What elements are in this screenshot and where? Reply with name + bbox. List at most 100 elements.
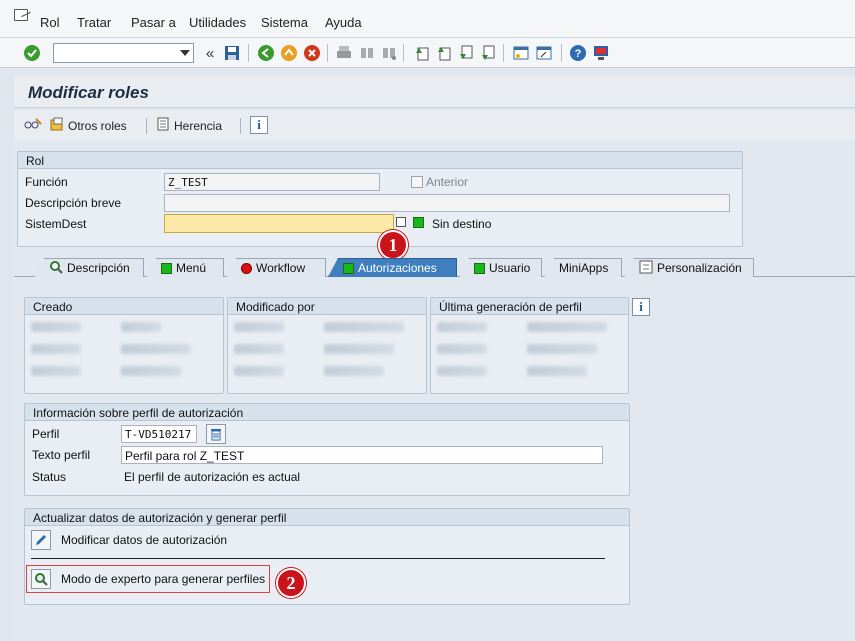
- modificado-title: Modificado por: [228, 298, 426, 315]
- actualizar-group-title: Actualizar datos de autorización y gener…: [25, 509, 629, 526]
- other-roles-icon: [50, 117, 64, 134]
- tab-miniapps-label: MiniApps: [559, 261, 609, 275]
- previous-page-icon[interactable]: [433, 43, 453, 63]
- descripcion-field[interactable]: [164, 194, 730, 212]
- title-bar: Modificar roles: [14, 76, 855, 108]
- tab-descripcion-label: Descripción: [67, 261, 130, 275]
- status-red-icon: [241, 262, 252, 274]
- find-icon[interactable]: [357, 43, 377, 63]
- tab-autorizaciones[interactable]: Autorizaciones: [328, 258, 457, 277]
- enter-check-icon[interactable]: [22, 43, 42, 63]
- funcion-label: Función: [25, 175, 68, 189]
- modo-experto-label: Modo de experto para generar perfiles: [61, 572, 266, 586]
- shortcut-icon[interactable]: [534, 43, 554, 63]
- sin-destino-status-icon: [413, 217, 424, 228]
- tab-personalizacion-label: Personalización: [657, 261, 742, 275]
- menu-bar: Rol Tratar Pasar a Utilidades Sistema Ay…: [0, 0, 855, 38]
- sistemdest-field[interactable]: [164, 214, 394, 233]
- ultima-generacion-group: Última generación de perfil: [430, 297, 629, 394]
- modificar-datos-label: Modificar datos de autorización: [61, 533, 228, 547]
- inheritance-button[interactable]: Herencia: [156, 117, 222, 134]
- expert-magnifier-icon: [31, 569, 51, 589]
- page-title: Modificar roles: [28, 83, 149, 102]
- creado-title: Creado: [25, 298, 223, 315]
- sin-destino-label: Sin destino: [432, 217, 492, 231]
- info-icon[interactable]: i: [250, 116, 268, 134]
- creado-group: Creado: [24, 297, 224, 394]
- next-page-icon[interactable]: [455, 43, 475, 63]
- magnifier-icon: [49, 260, 63, 277]
- help-icon[interactable]: ?: [568, 43, 588, 63]
- chevron-down-icon[interactable]: [180, 50, 190, 56]
- collapse-double-chevron-icon[interactable]: «: [200, 43, 220, 63]
- customize-layout-icon[interactable]: [591, 43, 611, 63]
- application-toolbar: Otros roles Herencia i: [14, 110, 855, 140]
- status-green-icon: [343, 262, 354, 274]
- tab-workflow-label: Workflow: [256, 261, 306, 275]
- svg-text:?: ?: [575, 48, 582, 60]
- display-change-button[interactable]: [24, 117, 42, 134]
- step-badge-1: 1: [378, 230, 408, 260]
- menu-pasar-a[interactable]: Pasar a: [131, 15, 176, 30]
- tab-usuario-label: Usuario: [489, 261, 531, 275]
- pencil-icon: [31, 530, 51, 550]
- anterior-checkbox[interactable]: [411, 176, 423, 188]
- perfil-group: Información sobre perfil de autorización…: [24, 403, 630, 496]
- tab-workflow[interactable]: Workflow: [226, 258, 326, 277]
- sistemdest-label: SistemDest: [25, 217, 87, 231]
- status-value: El perfil de autorización es actual: [124, 470, 301, 484]
- tab-descripcion[interactable]: Descripción: [34, 258, 144, 277]
- menu-tratar[interactable]: Tratar: [77, 15, 111, 30]
- first-page-icon[interactable]: [411, 43, 431, 63]
- divider: [31, 558, 605, 559]
- personalization-icon: [639, 260, 653, 277]
- standard-toolbar: « ?: [0, 38, 855, 68]
- perfil-group-title: Información sobre perfil de autorización: [25, 404, 629, 421]
- menu-window-icon[interactable]: [14, 9, 28, 21]
- status-green-icon: [161, 262, 172, 274]
- menu-utilidades[interactable]: Utilidades: [189, 15, 246, 30]
- step-badge-2: 2: [276, 568, 306, 598]
- tab-usuario[interactable]: Usuario: [459, 258, 542, 277]
- menu-sistema[interactable]: Sistema: [261, 15, 308, 30]
- menu-rol[interactable]: Rol: [40, 15, 60, 30]
- perfil-field[interactable]: T-VD510217: [121, 425, 197, 443]
- other-roles-button[interactable]: Otros roles: [50, 117, 127, 134]
- delete-trash-icon[interactable]: [206, 424, 226, 444]
- modo-experto-button[interactable]: Modo de experto para generar perfiles: [26, 565, 271, 593]
- rol-group-title: Rol: [18, 152, 742, 169]
- anterior-label: Anterior: [426, 175, 469, 189]
- find-next-icon[interactable]: [379, 43, 399, 63]
- rol-group: Rol Función Z_TEST Anterior Descripción …: [17, 151, 743, 247]
- tab-miniapps[interactable]: MiniApps: [544, 258, 622, 277]
- status-green-icon: [474, 262, 485, 274]
- last-page-icon[interactable]: [477, 43, 497, 63]
- tab-menu-label: Menú: [176, 261, 207, 275]
- exit-icon[interactable]: [279, 43, 299, 63]
- texto-perfil-field[interactable]: Perfil para rol Z_TEST: [121, 446, 603, 464]
- inheritance-label: Herencia: [174, 118, 223, 133]
- tab-autorizaciones-label: Autorizaciones: [358, 261, 437, 275]
- tab-personalizacion[interactable]: Personalización: [624, 258, 754, 277]
- back-icon[interactable]: [256, 43, 276, 63]
- value-help-icon[interactable]: [396, 217, 406, 227]
- save-icon[interactable]: [222, 43, 242, 63]
- modificar-datos-button[interactable]: Modificar datos de autorización: [31, 530, 227, 550]
- funcion-field[interactable]: Z_TEST: [164, 173, 380, 191]
- perfil-label: Perfil: [32, 427, 60, 441]
- tab-menu[interactable]: Menú: [146, 258, 224, 277]
- command-field[interactable]: [53, 43, 194, 63]
- actualizar-group: Actualizar datos de autorización y gener…: [24, 508, 630, 605]
- descripcion-label: Descripción breve: [25, 196, 122, 210]
- cancel-icon[interactable]: [302, 43, 322, 63]
- status-label: Status: [32, 470, 67, 484]
- glasses-pencil-icon: [24, 117, 42, 134]
- meta-info-icon[interactable]: i: [632, 298, 650, 316]
- inheritance-icon: [156, 117, 170, 134]
- other-roles-label: Otros roles: [68, 118, 127, 133]
- new-session-icon[interactable]: [511, 43, 531, 63]
- menu-ayuda[interactable]: Ayuda: [325, 15, 362, 30]
- ultima-generacion-title: Última generación de perfil: [431, 298, 628, 315]
- texto-perfil-label: Texto perfil: [32, 448, 91, 462]
- print-icon[interactable]: [334, 43, 354, 63]
